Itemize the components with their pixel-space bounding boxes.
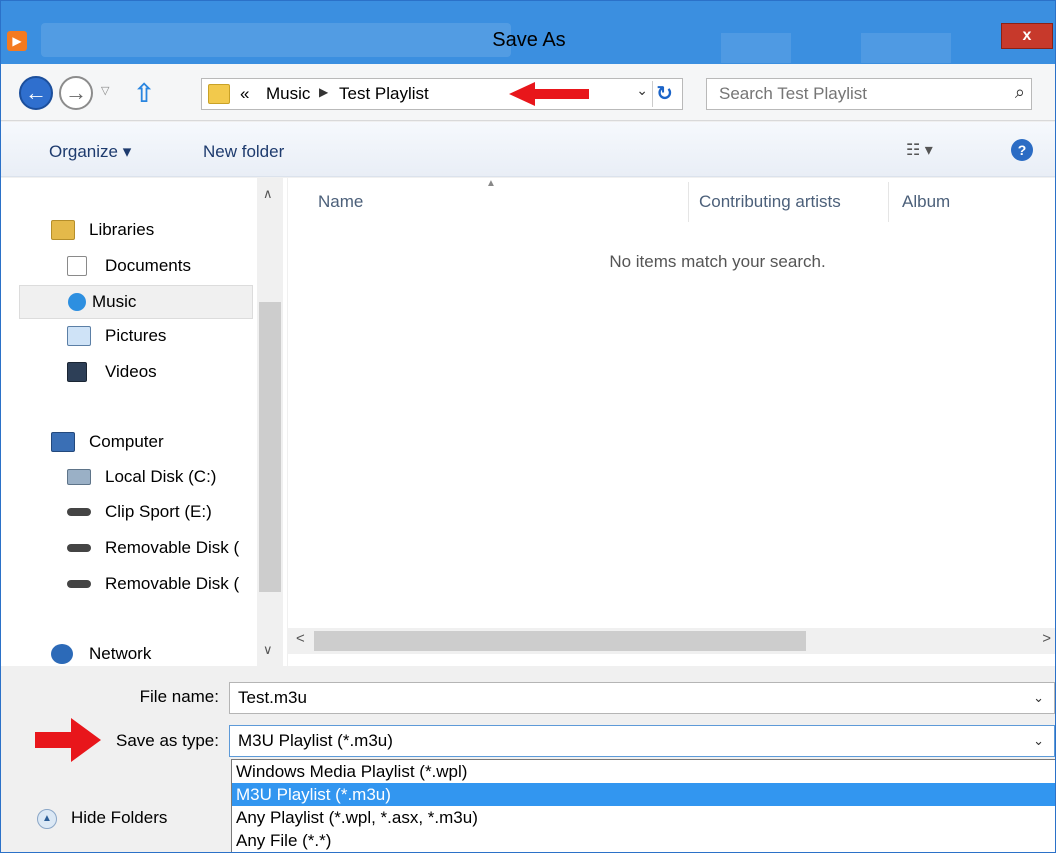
file-name-label: File name: — [139, 687, 219, 706]
save-as-type-value[interactable]: M3U Playlist (*.m3u) — [238, 731, 393, 751]
column-divider[interactable] — [888, 182, 889, 222]
hide-folders-label: Hide Folders — [71, 808, 168, 827]
horizontal-scrollbar[interactable]: < > — [288, 628, 1055, 654]
new-folder-button[interactable]: New folder — [203, 142, 284, 162]
nav-item-videos[interactable]: Videos — [63, 356, 253, 390]
scroll-left-icon[interactable]: < — [296, 630, 305, 647]
nav-item-removable-disk-1[interactable]: Removable Disk ( — [63, 532, 253, 566]
file-list-pane: ▲ Name Contributing artists Album No ite… — [288, 178, 1055, 666]
up-button[interactable]: ⇧ — [129, 78, 159, 108]
sort-ascending-icon: ▲ — [486, 178, 496, 189]
nav-item-documents[interactable]: Documents — [63, 250, 253, 284]
chevron-down-icon[interactable]: ⌄ — [1033, 690, 1044, 706]
scroll-right-icon[interactable]: > — [1042, 630, 1051, 647]
search-box[interactable]: ⌕ — [706, 78, 1032, 110]
file-name-value[interactable]: Test.m3u — [238, 688, 307, 708]
back-button[interactable]: ← — [19, 76, 53, 110]
local-disk-icon — [67, 469, 91, 485]
address-dropdown-icon[interactable]: ⌄ — [636, 82, 648, 99]
network-icon — [51, 644, 73, 664]
nav-item-libraries[interactable]: Libraries — [45, 214, 245, 248]
column-divider[interactable] — [688, 182, 689, 222]
breadcrumb-overflow[interactable]: « — [240, 84, 249, 104]
search-input[interactable] — [707, 79, 987, 109]
breadcrumb-music[interactable]: Music — [266, 84, 310, 104]
empty-list-message: No items match your search. — [609, 252, 826, 271]
view-options-icon[interactable]: ☷ ▾ — [906, 140, 933, 160]
pictures-icon — [67, 326, 91, 346]
save-form: File name: Test.m3u ⌄ Save as type: M3U … — [1, 666, 1055, 852]
scroll-up-icon[interactable]: ∧ — [263, 186, 273, 202]
nav-item-label: Libraries — [89, 220, 155, 239]
drive-icon — [67, 544, 91, 552]
address-row: ← → ▽ ⇧ « Music ▶ Test Playlist ⌄ ↻ ⌕ — [1, 64, 1055, 121]
nav-item-local-disk[interactable]: Local Disk (C:) — [63, 461, 253, 495]
navigation-pane: Libraries Documents Music Pictures Video… — [1, 178, 287, 666]
document-icon — [67, 256, 87, 276]
column-header-contributing-artists[interactable]: Contributing artists — [699, 192, 841, 212]
scroll-down-icon[interactable]: ∨ — [263, 642, 273, 658]
help-icon[interactable]: ? — [1011, 139, 1033, 161]
annotation-arrow-left-icon — [509, 82, 589, 106]
libraries-icon — [51, 220, 75, 240]
chevron-down-icon[interactable]: ⌄ — [1033, 733, 1044, 749]
nav-item-label: Network — [89, 644, 152, 663]
annotation-arrow-right-icon — [35, 718, 101, 762]
column-header-album[interactable]: Album — [902, 192, 950, 212]
chevron-up-icon: ▲ — [37, 809, 57, 829]
title-bar: ▶ Save As x — [1, 1, 1055, 64]
refresh-icon[interactable]: ↻ — [652, 81, 676, 107]
column-header-name[interactable]: Name — [318, 192, 363, 212]
breadcrumb-test-playlist[interactable]: Test Playlist — [339, 84, 429, 104]
nav-item-label: Clip Sport (E:) — [105, 502, 212, 521]
save-as-dialog: ▶ Save As x ← → ▽ ⇧ « Music ▶ Test Playl… — [0, 0, 1056, 853]
address-bar[interactable]: « Music ▶ Test Playlist ⌄ ↻ — [201, 78, 683, 110]
music-note-icon — [68, 293, 86, 311]
save-as-type-label: Save as type: — [115, 731, 219, 750]
horizontal-scrollbar-thumb[interactable] — [314, 631, 806, 651]
close-button[interactable]: x — [1001, 23, 1053, 49]
type-option-any-file[interactable]: Any File (*.*) — [232, 829, 1055, 852]
nav-item-computer[interactable]: Computer — [45, 426, 245, 460]
nav-item-pictures[interactable]: Pictures — [63, 320, 253, 354]
nav-item-label: Videos — [105, 362, 157, 381]
folder-icon — [208, 84, 230, 104]
nav-item-clip-sport[interactable]: Clip Sport (E:) — [63, 496, 253, 530]
nav-item-music[interactable]: Music — [19, 285, 253, 319]
file-name-field[interactable]: Test.m3u ⌄ — [229, 682, 1055, 714]
nav-item-label: Documents — [105, 256, 191, 275]
nav-item-label: Pictures — [105, 326, 167, 345]
type-option-wpl[interactable]: Windows Media Playlist (*.wpl) — [232, 760, 1055, 783]
forward-button[interactable]: → — [59, 76, 93, 110]
organize-button[interactable]: Organize ▾ — [49, 142, 131, 162]
videos-icon — [67, 362, 87, 382]
save-as-type-dropdown-list: Windows Media Playlist (*.wpl) M3U Playl… — [231, 759, 1055, 852]
nav-item-label: Removable Disk ( — [105, 538, 240, 557]
nav-item-label: Music — [92, 292, 137, 311]
nav-item-label: Computer — [89, 432, 164, 451]
drive-icon — [67, 508, 91, 516]
window-title: Save As — [492, 29, 566, 51]
command-toolbar: Organize ▾ New folder ☷ ▾ ? — [1, 122, 1055, 177]
drive-icon — [67, 580, 91, 588]
nav-item-label: Removable Disk ( — [105, 574, 240, 593]
nav-item-label: Local Disk (C:) — [105, 467, 217, 486]
type-option-any-playlist[interactable]: Any Playlist (*.wpl, *.asx, *.m3u) — [232, 806, 1055, 829]
recent-locations-icon[interactable]: ▽ — [101, 84, 109, 97]
breadcrumb-separator-icon[interactable]: ▶ — [319, 85, 328, 99]
nav-item-removable-disk-2[interactable]: Removable Disk ( — [63, 568, 253, 602]
nav-scrollbar-thumb[interactable] — [259, 302, 281, 592]
save-as-type-select[interactable]: M3U Playlist (*.m3u) ⌄ — [229, 725, 1055, 757]
search-icon[interactable]: ⌕ — [1015, 82, 1025, 103]
computer-icon — [51, 432, 75, 452]
type-option-m3u[interactable]: M3U Playlist (*.m3u) — [232, 783, 1055, 806]
